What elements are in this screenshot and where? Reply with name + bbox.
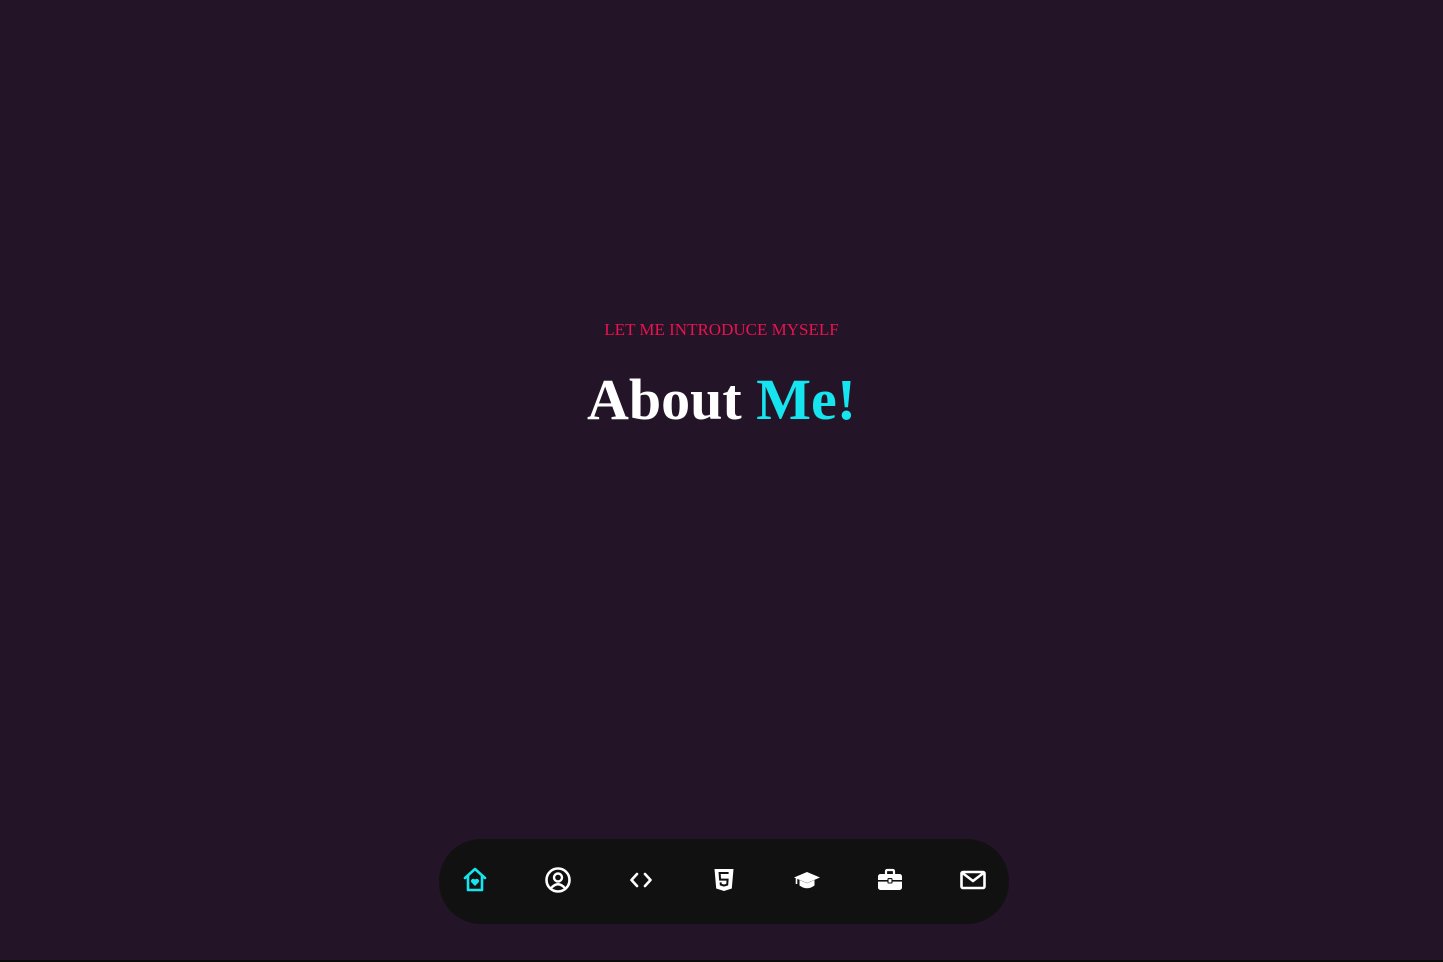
- nav-home[interactable]: [458, 863, 492, 897]
- nav-education[interactable]: [790, 863, 824, 897]
- graduation-cap-icon: [794, 872, 820, 889]
- nav-skills[interactable]: [707, 863, 741, 897]
- nav-projects[interactable]: [624, 863, 658, 897]
- briefcase-icon: [878, 868, 902, 890]
- home-heart-icon: [463, 867, 487, 892]
- code-icon: [630, 872, 652, 888]
- page-title: About Me!: [0, 367, 1443, 433]
- about-section: LET ME INTRODUCE MYSELF About Me!: [0, 318, 1443, 433]
- nav-about[interactable]: [541, 863, 575, 897]
- user-circle-icon: [545, 867, 571, 893]
- bottom-nav-dock: [439, 839, 1009, 924]
- nav-experience[interactable]: [873, 863, 907, 897]
- html5-icon: [714, 869, 734, 891]
- title-main-text: About: [586, 367, 757, 432]
- mail-icon: [960, 870, 986, 890]
- title-accent-text: Me!: [756, 367, 857, 432]
- section-eyebrow: LET ME INTRODUCE MYSELF: [604, 320, 839, 339]
- nav-contact[interactable]: [956, 863, 990, 897]
